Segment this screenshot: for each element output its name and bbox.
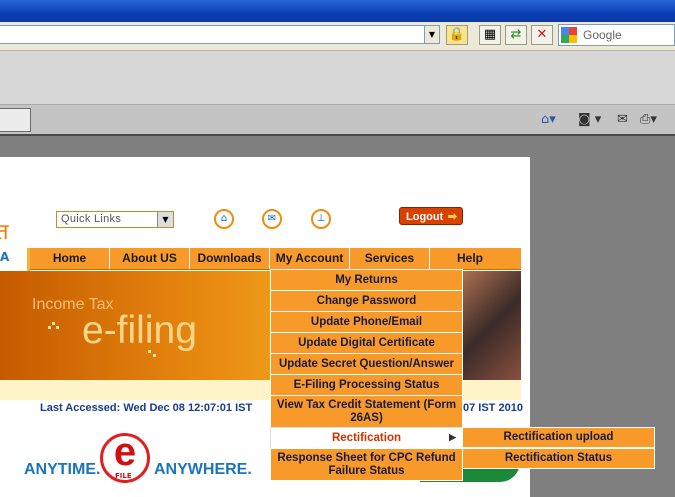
menu-item-efiling-status[interactable]: E-Filing Processing Status [270,374,463,396]
menu-item-my-returns[interactable]: My Returns [270,269,463,291]
quick-links-label: Quick Links [61,213,122,225]
efile-logo-letter: e [113,430,137,474]
logout-label: Logout [406,211,444,223]
search-box[interactable]: Google [558,24,675,46]
certificate-icon[interactable]: ▦ [479,25,501,45]
tab-strip [0,51,675,105]
nav-about-us[interactable]: About US [110,248,190,269]
google-icon [561,27,577,43]
address-bar[interactable]: ▼ [0,25,440,44]
nav-home[interactable]: Home [30,248,110,269]
menu-item-tax-credit-statement[interactable]: View Tax Credit Statement (Form 26AS) [270,395,463,428]
last-accessed-tail: 07 IST 2010 [463,402,523,414]
decor-dot [52,322,55,325]
submenu-item-rectification-upload[interactable]: Rectification upload [462,427,655,448]
menu-item-change-password[interactable]: Change Password [270,290,463,312]
banner-title: e-filing [82,309,197,352]
command-bar [0,105,675,136]
stop-icon[interactable]: ✕ [531,25,553,45]
address-dropdown-icon[interactable]: ▼ [424,26,439,43]
logout-button[interactable]: Logout ➡ [399,207,463,225]
menu-item-rectification-label: Rectification [331,431,401,444]
nav-downloads[interactable]: Downloads [190,248,270,269]
home-icon[interactable]: ⌂▾ [541,112,556,127]
browser-tab[interactable] [0,108,31,132]
decor-dot [56,326,59,329]
menu-item-update-phone-email[interactable]: Update Phone/Email [270,311,463,333]
print-icon[interactable]: ⎙▾ [640,112,657,127]
mail-icon[interactable]: ✉ [262,209,282,229]
last-accessed-value: Wed Dec 08 12:07:01 IST [123,402,253,414]
arrow-right-icon: ➡ [447,211,457,223]
nav-services[interactable]: Services [350,248,430,269]
search-placeholder: Google [583,28,622,42]
menu-item-update-digital-certificate[interactable]: Update Digital Certificate [270,332,463,354]
chevron-right-icon: ▶ [449,432,456,442]
submenu-item-rectification-status[interactable]: Rectification Status [462,448,655,469]
main-nav: Home About US Downloads My Account Servi… [30,248,521,270]
tagline-right: ANYWHERE. [154,461,252,478]
menu-item-rectification[interactable]: Rectification ▶ [270,427,463,449]
chevron-down-icon[interactable]: ▼ [157,212,173,227]
window-title-bar [0,0,675,22]
mail-icon[interactable]: ✉ [617,112,628,127]
sitemap-icon[interactable]: ⊥ [311,209,331,229]
lock-icon[interactable]: 🔒 [446,25,468,45]
banner-photo [462,271,521,380]
decor-dot [148,350,151,353]
decor-dot [153,354,156,357]
last-accessed: Last Accessed: Wed Dec 08 12:07:01 IST [40,402,252,414]
efile-logo-text: FILE [115,472,132,480]
home-icon[interactable]: ⌂ [214,209,234,229]
site-logo: त [0,220,9,245]
decor-dot [48,326,51,329]
nav-help[interactable]: Help [430,248,510,269]
quick-links-select[interactable]: Quick Links ▼ [56,211,174,228]
efile-logo: e FILE [100,430,150,483]
menu-item-cpc-refund-status[interactable]: Response Sheet for CPC Refund Failure St… [270,448,463,481]
nav-my-account[interactable]: My Account [270,248,350,269]
rss-icon[interactable]: ◙ ▾ [578,112,601,127]
tagline-left: ANYTIME. [24,461,101,478]
menu-item-update-secret-question[interactable]: Update Secret Question/Answer [270,353,463,375]
refresh-icon[interactable]: ⇄ [505,25,527,45]
last-accessed-label: Last Accessed: [40,402,121,414]
